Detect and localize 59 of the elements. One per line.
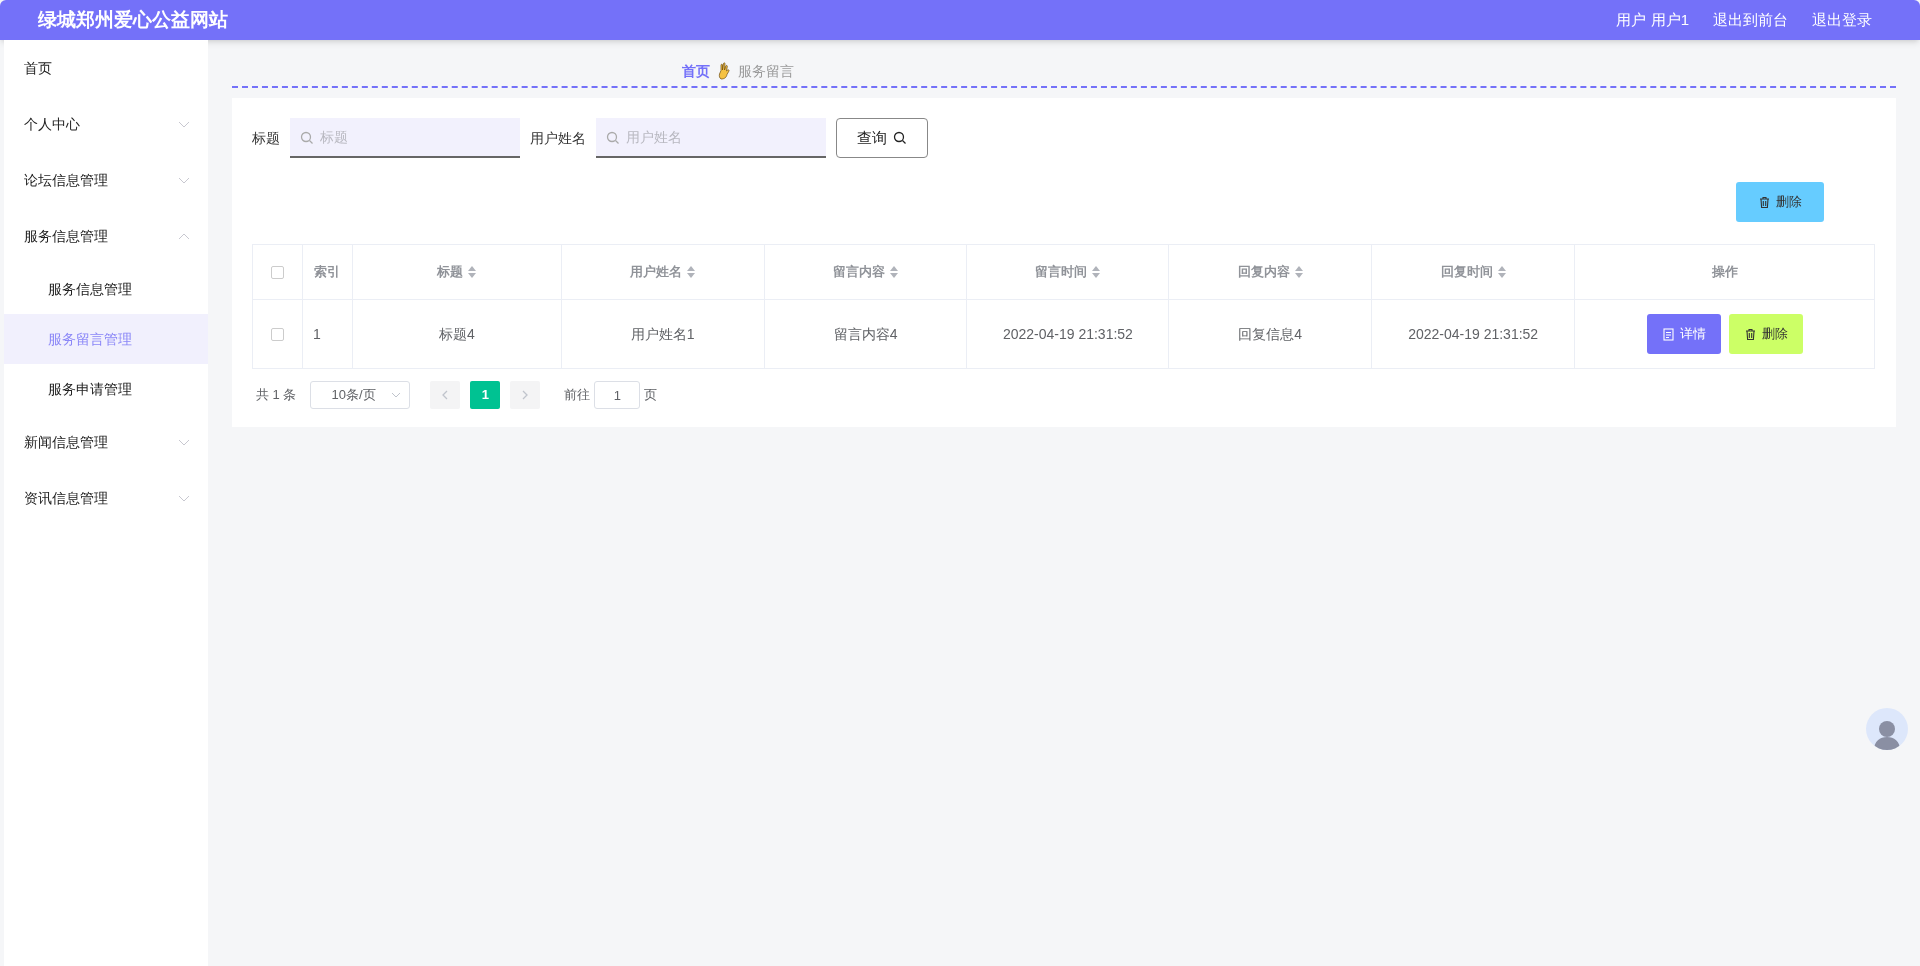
sort-icon — [890, 266, 899, 278]
table-cell: 回复信息4 — [1238, 325, 1303, 342]
header-link[interactable]: 退出登录 — [1812, 8, 1872, 32]
chevron-left-icon — [442, 390, 449, 400]
search-field[interactable]: 标题 — [290, 118, 520, 158]
detail-button[interactable]: 详情 — [1646, 314, 1721, 354]
goto-page-field[interactable]: 1 — [594, 381, 641, 409]
delete-button[interactable]: 删除 — [1736, 182, 1824, 222]
table-cell: 用户姓名1 — [630, 325, 695, 342]
column-header: 操作 — [1711, 263, 1738, 282]
hand-icon — [718, 62, 730, 80]
trash-icon — [1743, 327, 1757, 341]
chevron-right-icon — [522, 390, 529, 400]
search-field[interactable]: 用户姓名 — [596, 118, 826, 158]
search-icon — [893, 131, 907, 145]
column-header[interactable]: 留言内容 — [833, 262, 886, 282]
user-label: 用户 用户1 — [1616, 9, 1689, 30]
sidebar-item[interactable]: 资讯信息管理 — [4, 470, 208, 526]
query-button[interactable]: 查询 — [836, 118, 928, 158]
sort-icon — [468, 266, 477, 278]
site-title: 绿城郑州爱心公益网站 — [38, 7, 228, 32]
sidebar-item[interactable]: 首页 — [4, 40, 208, 96]
goto-label: 前往 — [564, 386, 591, 405]
sidebar-item[interactable]: 新闻信息管理 — [4, 414, 208, 470]
field-label: 用户姓名 — [530, 128, 586, 148]
table-cell: 留言内容4 — [833, 325, 898, 342]
document-icon — [1661, 327, 1675, 341]
sidebar-item[interactable]: 个人中心 — [4, 96, 208, 152]
breadcrumb-item[interactable]: 首页 — [682, 60, 710, 82]
checkbox[interactable] — [271, 266, 284, 280]
page-size-select[interactable]: 10条/页 — [310, 381, 411, 409]
table-cell: 2022-04-19 21:31:52 — [1408, 325, 1539, 342]
search-icon — [606, 131, 620, 145]
prev-page-button[interactable] — [430, 381, 461, 409]
assistant-avatar[interactable] — [1866, 708, 1908, 750]
column-header[interactable]: 留言时间 — [1035, 262, 1088, 282]
header-link[interactable]: 退出到前台 — [1713, 8, 1788, 32]
sidebar-subitem[interactable]: 服务申请管理 — [4, 364, 208, 414]
search-icon — [300, 131, 314, 145]
table-cell: 标题4 — [438, 325, 475, 342]
delete-button[interactable]: 删除 — [1728, 314, 1803, 354]
sort-icon — [1497, 266, 1506, 278]
column-header: 索引 — [314, 263, 341, 282]
next-page-button[interactable] — [510, 381, 541, 409]
sort-icon — [1294, 266, 1303, 278]
chevron-down-icon — [391, 392, 402, 398]
goto-suffix: 页 — [644, 386, 658, 405]
table-cell: 1 — [312, 325, 321, 342]
total-count: 共 1 条 — [256, 386, 297, 405]
sidebar-item[interactable]: 论坛信息管理 — [4, 152, 208, 208]
sort-icon — [687, 266, 696, 278]
field-label: 标题 — [252, 128, 280, 148]
sort-icon — [1092, 266, 1101, 278]
sidebar-subitem[interactable]: 服务信息管理 — [4, 264, 208, 314]
trash-icon — [1758, 195, 1771, 209]
checkbox[interactable] — [271, 328, 284, 342]
table-cell: 2022-04-19 21:31:52 — [1002, 325, 1133, 342]
sidebar-item[interactable]: 服务信息管理 — [4, 208, 208, 264]
person-silhouette-icon — [1872, 718, 1902, 750]
